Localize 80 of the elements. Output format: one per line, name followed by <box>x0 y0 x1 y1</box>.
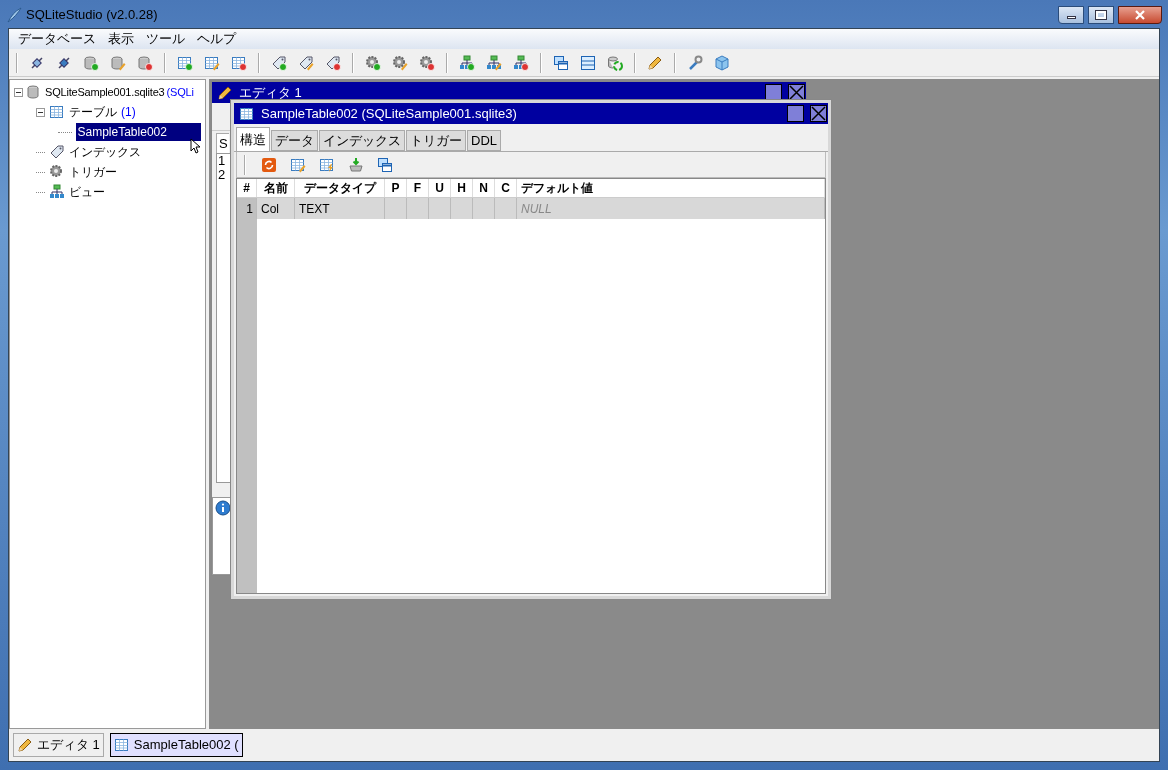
tag-icon <box>49 144 65 160</box>
basket-download-icon <box>348 156 364 173</box>
cascade-windows-icon <box>377 156 393 173</box>
table-cell: TEXT <box>295 198 385 219</box>
table-icon <box>113 737 130 753</box>
close-icon <box>789 85 804 100</box>
hierarchy-add-icon <box>459 54 475 71</box>
tag-add-icon <box>271 54 287 71</box>
row-number: 1 <box>237 198 257 219</box>
tile-windows-icon <box>580 54 596 71</box>
editor-tab[interactable]: S <box>216 132 229 153</box>
app-title: SQLiteStudio (v2.0.28) <box>26 6 158 25</box>
gear-delete-icon <box>419 54 435 71</box>
menu-item[interactable]: ヘルプ <box>191 29 242 49</box>
feather-icon <box>6 7 22 23</box>
hierarchy-edit-icon <box>486 54 502 71</box>
gear-edit-icon <box>392 54 408 71</box>
menu-item[interactable]: 表示 <box>102 29 140 49</box>
maximize-icon <box>1096 11 1106 19</box>
toolbar-button[interactable] <box>260 155 278 174</box>
maximize-button[interactable] <box>787 105 804 122</box>
hierarchy-delete-icon <box>513 54 529 71</box>
info-icon <box>215 500 231 516</box>
close-button[interactable] <box>1118 6 1162 24</box>
cube-icon <box>714 54 730 71</box>
database-delete-icon <box>137 54 153 71</box>
table-delete-icon <box>231 54 247 71</box>
line-number: 1 <box>218 154 227 168</box>
hierarchy-icon <box>49 184 65 200</box>
pencil-icon <box>217 84 233 101</box>
tab[interactable]: DDL <box>467 130 501 151</box>
table-icon <box>49 104 65 120</box>
line-number: 2 <box>218 168 227 182</box>
collapse-toggle[interactable] <box>14 87 23 97</box>
database-add-icon <box>83 54 99 71</box>
collapse-toggle[interactable] <box>36 107 45 117</box>
minimize-button[interactable] <box>1058 6 1084 24</box>
tag-delete-icon <box>325 54 341 71</box>
window-title: SampleTable002 (SQLiteSample001.sqlite3) <box>261 104 518 123</box>
maximize-button[interactable] <box>1088 6 1114 24</box>
minimize-icon <box>1066 16 1076 19</box>
gear-add-icon <box>365 54 381 71</box>
table-icon <box>239 105 255 122</box>
window-title: エディタ 1 <box>239 83 303 102</box>
wrench-icon <box>687 54 703 71</box>
table-bolt-icon <box>319 156 335 173</box>
tree-item[interactable]: SampleTable002 <box>75 123 201 141</box>
tree-item[interactable]: SQLiteSample001.sqlite3 <box>45 83 165 101</box>
pencil-icon <box>647 54 663 71</box>
refresh-icon <box>261 156 277 173</box>
tab[interactable]: 構造 <box>236 127 270 151</box>
database-refresh-icon <box>607 54 623 71</box>
tree-item-detail: (SQLi <box>166 84 194 100</box>
close-icon <box>1135 10 1145 20</box>
menu-item[interactable]: ツール <box>140 29 191 49</box>
table-cell: NULL <box>517 198 825 219</box>
taskbar-button[interactable]: SampleTable002 ( <box>109 733 243 757</box>
table-edit-icon <box>204 54 220 71</box>
toolbar-button[interactable] <box>376 155 394 174</box>
tree-item[interactable]: ビュー <box>69 183 105 201</box>
close-button[interactable] <box>810 105 827 122</box>
table-cell: Col <box>257 198 295 219</box>
tab[interactable]: トリガー <box>406 130 466 151</box>
close-icon <box>811 106 826 121</box>
tab[interactable]: データ <box>271 130 318 151</box>
tag-edit-icon <box>298 54 314 71</box>
tree-item[interactable]: インデックス <box>69 143 141 161</box>
cascade-windows-icon <box>553 54 569 71</box>
tab[interactable]: インデックス <box>319 130 405 151</box>
table-edit-icon <box>290 156 306 173</box>
gear-icon <box>49 164 65 180</box>
database-icon <box>26 84 42 100</box>
tree-item[interactable]: トリガー <box>69 163 117 181</box>
pencil-icon <box>17 737 33 753</box>
taskbar-button[interactable]: エディタ 1 <box>13 733 104 757</box>
table-add-icon <box>177 54 193 71</box>
database-edit-icon <box>110 54 126 71</box>
menu-item[interactable]: データベース <box>12 29 102 49</box>
tree-item-count: (1) <box>121 104 136 121</box>
tree-item[interactable]: テーブル <box>69 103 117 121</box>
